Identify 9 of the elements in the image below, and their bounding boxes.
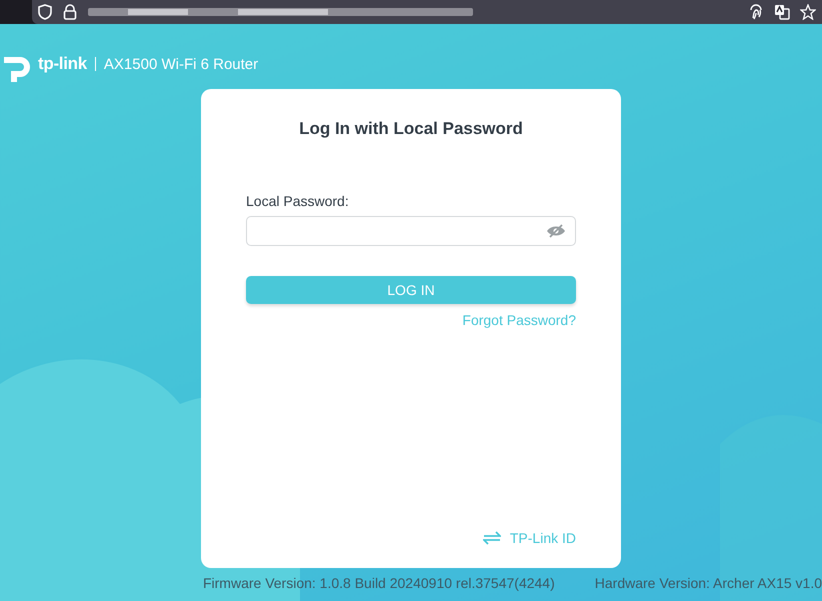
hardware-version: Hardware Version: Archer AX15 v1.0 [594, 575, 822, 591]
brand-logo: tp-link [38, 54, 87, 74]
login-button[interactable]: LOG IN [246, 276, 576, 304]
password-label: Local Password: [246, 193, 350, 209]
forgot-password-link[interactable]: Forgot Password? [462, 312, 576, 328]
model-name: AX1500 Wi-Fi 6 Router [104, 56, 258, 72]
tp-link-id-link[interactable]: TP-Link ID [482, 530, 576, 546]
login-title: Log In with Local Password [298, 119, 524, 139]
firmware-version: Firmware Version: 1.0.8 Build 20240910 rel.37547(4244) [202, 575, 555, 591]
